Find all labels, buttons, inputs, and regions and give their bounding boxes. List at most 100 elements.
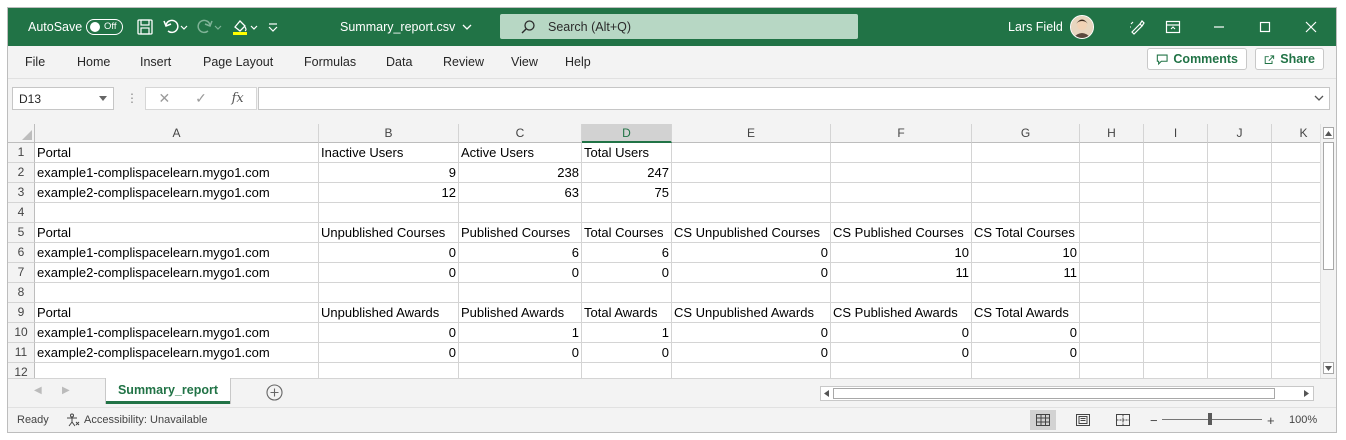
cell-i1[interactable] [1144, 143, 1208, 163]
tab-view[interactable]: View [511, 46, 538, 78]
cell-f5[interactable]: CS Published Courses [831, 223, 972, 243]
row-header-2[interactable]: 2 [8, 163, 35, 183]
cell-c3[interactable]: 63 [459, 183, 582, 203]
cell-k10[interactable] [1272, 323, 1320, 343]
cell-j10[interactable] [1208, 323, 1272, 343]
cell-c7[interactable]: 0 [459, 263, 582, 283]
horizontal-scrollbar[interactable] [820, 386, 1314, 401]
tab-data[interactable]: Data [386, 46, 412, 78]
cell-c1[interactable]: Active Users [459, 143, 582, 163]
cell-d11[interactable]: 0 [582, 343, 672, 363]
vertical-scrollbar[interactable] [1320, 124, 1336, 378]
file-name[interactable]: Summary_report.csv [340, 8, 474, 46]
cell-i4[interactable] [1144, 203, 1208, 223]
column-header-g[interactable]: G [972, 124, 1080, 143]
cell-i2[interactable] [1144, 163, 1208, 183]
enter-icon[interactable]: ✓ [183, 90, 220, 107]
cell-f1[interactable] [831, 143, 972, 163]
cell-g3[interactable] [972, 183, 1080, 203]
scroll-right-arrow[interactable] [1301, 388, 1312, 399]
name-box[interactable]: D13 [12, 87, 114, 110]
tab-insert[interactable]: Insert [140, 46, 171, 78]
cell-h12[interactable] [1080, 363, 1144, 378]
tab-formulas[interactable]: Formulas [304, 46, 356, 78]
tab-home[interactable]: Home [77, 46, 110, 78]
cell-d5[interactable]: Total Courses [582, 223, 672, 243]
cell-b3[interactable]: 12 [319, 183, 459, 203]
cell-f3[interactable] [831, 183, 972, 203]
column-header-k[interactable]: K [1272, 124, 1320, 143]
minimize-button[interactable] [1196, 8, 1242, 46]
cell-g6[interactable]: 10 [972, 243, 1080, 263]
cell-b7[interactable]: 0 [319, 263, 459, 283]
cell-f9[interactable]: CS Published Awards [831, 303, 972, 323]
cell-b12[interactable] [319, 363, 459, 378]
cell-k9[interactable] [1272, 303, 1320, 323]
cell-a1[interactable]: Portal [35, 143, 319, 163]
redo-icon[interactable] [196, 18, 222, 36]
cell-h1[interactable] [1080, 143, 1144, 163]
cell-a5[interactable]: Portal [35, 223, 319, 243]
cell-j3[interactable] [1208, 183, 1272, 203]
cell-j5[interactable] [1208, 223, 1272, 243]
row-header-6[interactable]: 6 [8, 243, 35, 263]
close-button[interactable] [1288, 8, 1334, 46]
cell-b5[interactable]: Unpublished Courses [319, 223, 459, 243]
cell-b11[interactable]: 0 [319, 343, 459, 363]
row-header-12[interactable]: 12 [8, 363, 35, 378]
zoom-slider[interactable] [1162, 413, 1262, 425]
cell-k2[interactable] [1272, 163, 1320, 183]
cell-d7[interactable]: 0 [582, 263, 672, 283]
cell-c6[interactable]: 6 [459, 243, 582, 263]
cell-i6[interactable] [1144, 243, 1208, 263]
column-header-h[interactable]: H [1080, 124, 1144, 143]
tab-review[interactable]: Review [443, 46, 484, 78]
cell-k5[interactable] [1272, 223, 1320, 243]
column-header-d[interactable]: D [582, 124, 672, 143]
column-header-i[interactable]: I [1144, 124, 1208, 143]
select-all-button[interactable] [8, 124, 35, 143]
cell-h2[interactable] [1080, 163, 1144, 183]
cell-c9[interactable]: Published Awards [459, 303, 582, 323]
expand-formula-bar-icon[interactable] [1314, 95, 1324, 102]
row-header-1[interactable]: 1 [8, 143, 35, 163]
cell-d12[interactable] [582, 363, 672, 378]
save-icon[interactable] [136, 18, 154, 36]
row-header-10[interactable]: 10 [8, 323, 35, 343]
fill-color-icon[interactable] [230, 18, 258, 36]
cell-e5[interactable]: CS Unpublished Courses [672, 223, 831, 243]
cell-e7[interactable]: 0 [672, 263, 831, 283]
cell-f2[interactable] [831, 163, 972, 183]
cell-g2[interactable] [972, 163, 1080, 183]
cell-g12[interactable] [972, 363, 1080, 378]
cell-j9[interactable] [1208, 303, 1272, 323]
cell-a3[interactable]: example2-complispacelearn.mygo1.com [35, 183, 319, 203]
cell-f11[interactable]: 0 [831, 343, 972, 363]
cell-e10[interactable]: 0 [672, 323, 831, 343]
cell-j4[interactable] [1208, 203, 1272, 223]
cell-j12[interactable] [1208, 363, 1272, 378]
cell-h6[interactable] [1080, 243, 1144, 263]
cell-h11[interactable] [1080, 343, 1144, 363]
accessibility-status[interactable]: Accessibility: Unavailable [66, 408, 208, 432]
cell-d10[interactable]: 1 [582, 323, 672, 343]
cell-b6[interactable]: 0 [319, 243, 459, 263]
cell-j6[interactable] [1208, 243, 1272, 263]
column-header-e[interactable]: E [672, 124, 831, 143]
cell-i3[interactable] [1144, 183, 1208, 203]
column-header-j[interactable]: J [1208, 124, 1272, 143]
row-header-3[interactable]: 3 [8, 183, 35, 203]
cell-a8[interactable] [35, 283, 319, 303]
cell-g11[interactable]: 0 [972, 343, 1080, 363]
cell-c5[interactable]: Published Courses [459, 223, 582, 243]
prev-sheet-icon[interactable]: ◀ [34, 385, 42, 396]
cell-c2[interactable]: 238 [459, 163, 582, 183]
add-sheet-button[interactable] [266, 384, 283, 406]
insert-function-icon[interactable]: fx [219, 91, 256, 106]
cell-e3[interactable] [672, 183, 831, 203]
cell-d6[interactable]: 6 [582, 243, 672, 263]
scroll-down-arrow[interactable] [1323, 362, 1334, 374]
cell-i10[interactable] [1144, 323, 1208, 343]
cell-b9[interactable]: Unpublished Awards [319, 303, 459, 323]
cell-b4[interactable] [319, 203, 459, 223]
